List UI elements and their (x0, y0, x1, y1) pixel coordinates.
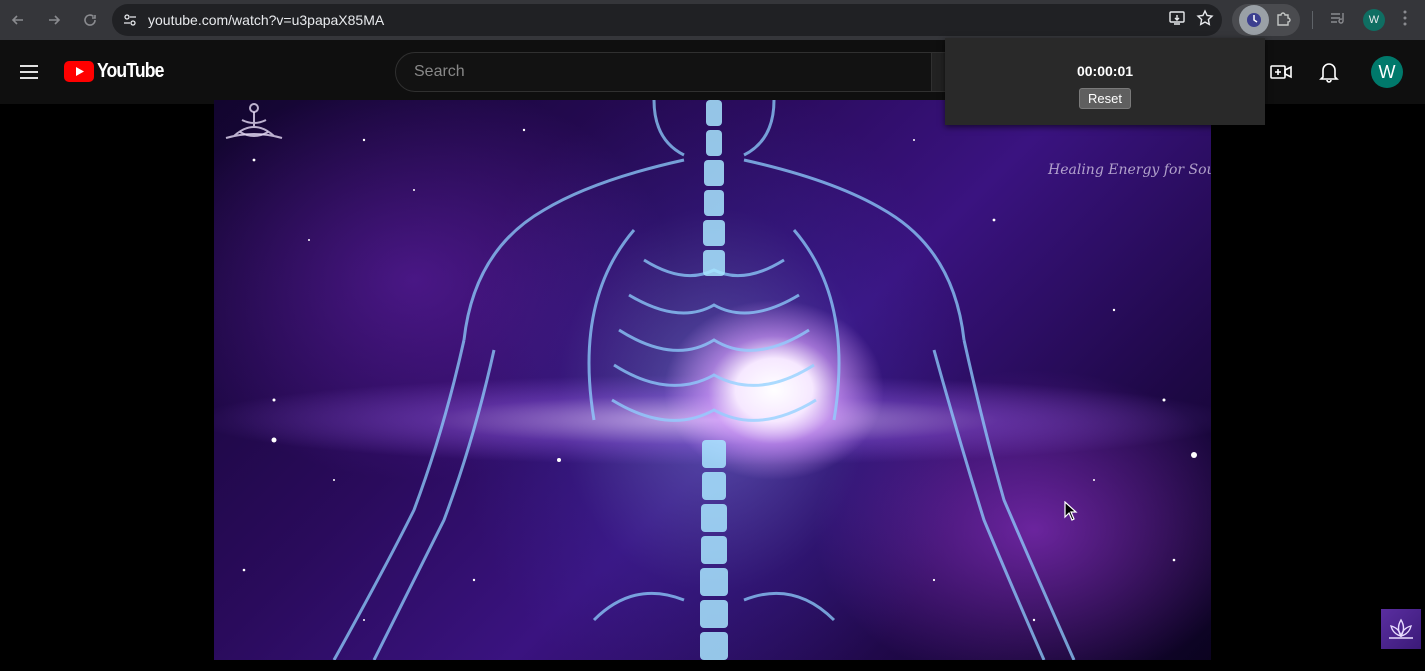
timer-extension-button[interactable] (1239, 5, 1269, 35)
lotus-thumbnail[interactable] (1381, 609, 1421, 649)
mouse-cursor-icon (1064, 501, 1078, 521)
back-arrow-icon (11, 15, 23, 25)
extensions-group (1232, 4, 1300, 36)
youtube-logo[interactable]: YouTube (64, 60, 173, 83)
search-input[interactable] (412, 62, 954, 82)
toolbar-divider (1312, 11, 1313, 29)
url-text: youtube.com/watch?v=u3papaX85MA (148, 12, 385, 28)
address-bar[interactable]: youtube.com/watch?v=u3papaX85MA (112, 4, 1222, 36)
bell-icon (1319, 63, 1339, 83)
browser-toolbar: youtube.com/watch?v=u3papaX85MA W (0, 0, 1425, 40)
elapsed-time: 00:00:01 (1076, 63, 1134, 79)
hamburger-icon (20, 65, 38, 79)
reload-icon (84, 14, 96, 26)
media-control-icon[interactable] (1329, 9, 1347, 32)
browser-menu-icon[interactable] (1403, 10, 1407, 31)
video-player[interactable]: Healing Energy for Soul (214, 100, 1211, 660)
reload-button[interactable] (72, 0, 108, 40)
bookmark-star-icon[interactable] (1196, 8, 1214, 32)
notifications-button[interactable] (1311, 52, 1347, 92)
create-video-icon (1270, 65, 1292, 79)
skeleton-energy-artwork (242, 100, 1197, 660)
timer-extension-icon (1247, 13, 1261, 27)
timer-extension-popup: 00:00:01 Reset (945, 38, 1265, 125)
account-avatar[interactable]: W (1371, 56, 1403, 88)
install-app-icon[interactable] (1168, 9, 1186, 32)
guide-menu-button[interactable] (12, 52, 46, 92)
browser-profile-avatar[interactable]: W (1363, 9, 1385, 31)
channel-watermark: Healing Energy for Soul (1048, 162, 1211, 178)
search-box[interactable] (395, 52, 955, 92)
site-settings-icon[interactable] (112, 4, 148, 36)
create-video-button[interactable] (1263, 52, 1299, 92)
youtube-wordmark: YouTube (97, 60, 164, 82)
forward-button[interactable] (36, 0, 72, 40)
extensions-puzzle-icon[interactable] (1275, 9, 1293, 32)
youtube-play-logo-icon (64, 61, 94, 82)
reset-button[interactable]: Reset (1079, 88, 1131, 109)
lotus-icon (1389, 618, 1413, 639)
lotus-watermark-icon (225, 103, 283, 139)
forward-arrow-icon (49, 15, 61, 25)
back-button[interactable] (0, 0, 36, 40)
